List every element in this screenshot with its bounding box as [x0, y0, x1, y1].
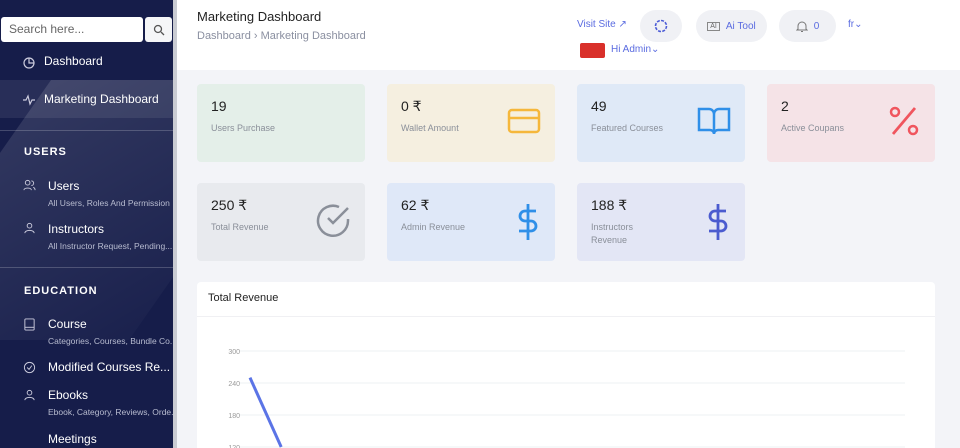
external-link-icon: ↗	[618, 19, 627, 30]
sidebar-item-label: Meetings	[48, 432, 97, 446]
total-revenue-chart: Total Revenue 300240180120	[197, 282, 935, 448]
sidebar-item-label: Marketing Dashboard	[44, 92, 159, 106]
search-icon	[153, 24, 164, 35]
header: Marketing Dashboard Dashboard › Marketin…	[177, 0, 960, 70]
y-tick-label: 300	[228, 349, 240, 356]
revenue-line-segment	[248, 377, 283, 448]
search-input[interactable]: Search here...	[1, 17, 143, 42]
check-circle-icon	[23, 361, 36, 374]
chart-plot: 300240180120	[228, 349, 905, 448]
y-tick-label: 180	[228, 413, 240, 420]
stat-card: 49 Featured Courses	[577, 84, 745, 162]
y-tick-label: 240	[228, 381, 240, 388]
stat-label: Featured Courses	[591, 123, 664, 133]
user-icon	[24, 222, 35, 234]
stat-value: 62 ₹	[401, 197, 430, 213]
section-users: USERS	[24, 146, 67, 158]
sidebar-item-label: Instructors	[48, 222, 105, 236]
page-title: Marketing Dashboard	[197, 9, 322, 24]
user-menu[interactable]: Hi Admin⌄	[611, 44, 659, 55]
stat-value: 19	[211, 98, 227, 114]
stat-label: Total Revenue	[211, 222, 269, 232]
activity-icon	[23, 94, 35, 106]
sidebar-item-label: Course	[48, 317, 87, 331]
stat-value: 250 ₹	[211, 197, 248, 213]
stat-value: 188 ₹	[591, 197, 628, 213]
sidebar-item-dashboard[interactable]: Dashboard	[0, 48, 173, 78]
sidebar-item-marketing-dashboard[interactable]: Marketing Dashboard	[0, 80, 173, 118]
users-icon	[23, 179, 36, 191]
stat-value: 2	[781, 98, 789, 114]
visit-site-link[interactable]: Visit Site ↗	[577, 19, 627, 30]
stat-card: 0 ₹ Wallet Amount	[387, 84, 555, 162]
stat-card: 19 Users Purchase	[197, 84, 365, 162]
stat-label: Instructors Revenue	[591, 222, 634, 245]
dollar-icon	[518, 204, 538, 240]
divider	[0, 267, 173, 268]
sidebar-item-sub: All Users, Roles And Permission	[48, 198, 170, 208]
ai-tool-label: Ai Tool	[725, 20, 756, 32]
breadcrumb-dashboard[interactable]: Dashboard	[197, 30, 251, 42]
breadcrumb-current: Marketing Dashboard	[260, 30, 366, 42]
visit-site-label: Visit Site	[577, 19, 616, 30]
pie-chart-icon	[23, 57, 35, 69]
sidebar-item-label: Modified Courses Re...	[48, 360, 171, 374]
stat-value: 0 ₹	[401, 98, 422, 114]
stat-label: Admin Revenue	[401, 222, 466, 232]
stat-label: Users Purchase	[211, 123, 276, 133]
percent-icon	[889, 106, 919, 136]
sidebar-item-sub: Categories, Courses, Bundle Co...	[48, 336, 173, 346]
notification-count: 0	[813, 20, 820, 32]
language-select[interactable]: fr⌄	[848, 19, 863, 30]
credit-card-icon	[507, 108, 541, 134]
stat-label: Wallet Amount	[401, 123, 459, 133]
section-education: EDUCATION	[24, 285, 98, 297]
stat-card: 62 ₹ Admin Revenue	[387, 183, 555, 261]
ai-chip-icon: AI	[707, 21, 720, 31]
user-name: Hi Admin	[611, 44, 652, 55]
sidebar-item-sub: Ebook, Category, Reviews, Orde...	[48, 407, 173, 417]
dollar-icon	[708, 204, 728, 240]
check-circle-icon	[316, 204, 350, 237]
ai-tool-button[interactable]: AI Ai Tool	[696, 10, 767, 42]
divider	[0, 130, 173, 131]
book-icon	[24, 318, 35, 331]
sidebar-item-label: Dashboard	[44, 54, 103, 68]
language-label: fr	[848, 19, 855, 30]
avatar[interactable]	[580, 43, 605, 58]
sidebar-item-label: Ebooks	[48, 388, 89, 402]
stat-card: 188 ₹ Instructors Revenue	[577, 183, 745, 261]
sidebar-item-label: Users	[48, 179, 80, 193]
book-open-icon	[697, 107, 731, 135]
sidebar-item-sub: All Instructor Request, Pending...	[48, 241, 173, 251]
stat-value: 49	[591, 98, 607, 114]
theme-button[interactable]	[640, 10, 682, 42]
gear-icon	[654, 19, 668, 33]
breadcrumb: Dashboard › Marketing Dashboard	[197, 30, 366, 42]
stat-label: Active Coupans	[781, 123, 845, 133]
user-icon	[24, 389, 35, 401]
sidebar: Search here... Dashboard Marketing Dashb…	[0, 0, 173, 448]
search-button[interactable]	[145, 17, 172, 42]
stat-card: 2 Active Coupans	[767, 84, 935, 162]
bell-icon	[795, 21, 808, 32]
notifications-button[interactable]: 0	[779, 10, 836, 42]
stat-card: 250 ₹ Total Revenue	[197, 183, 365, 261]
